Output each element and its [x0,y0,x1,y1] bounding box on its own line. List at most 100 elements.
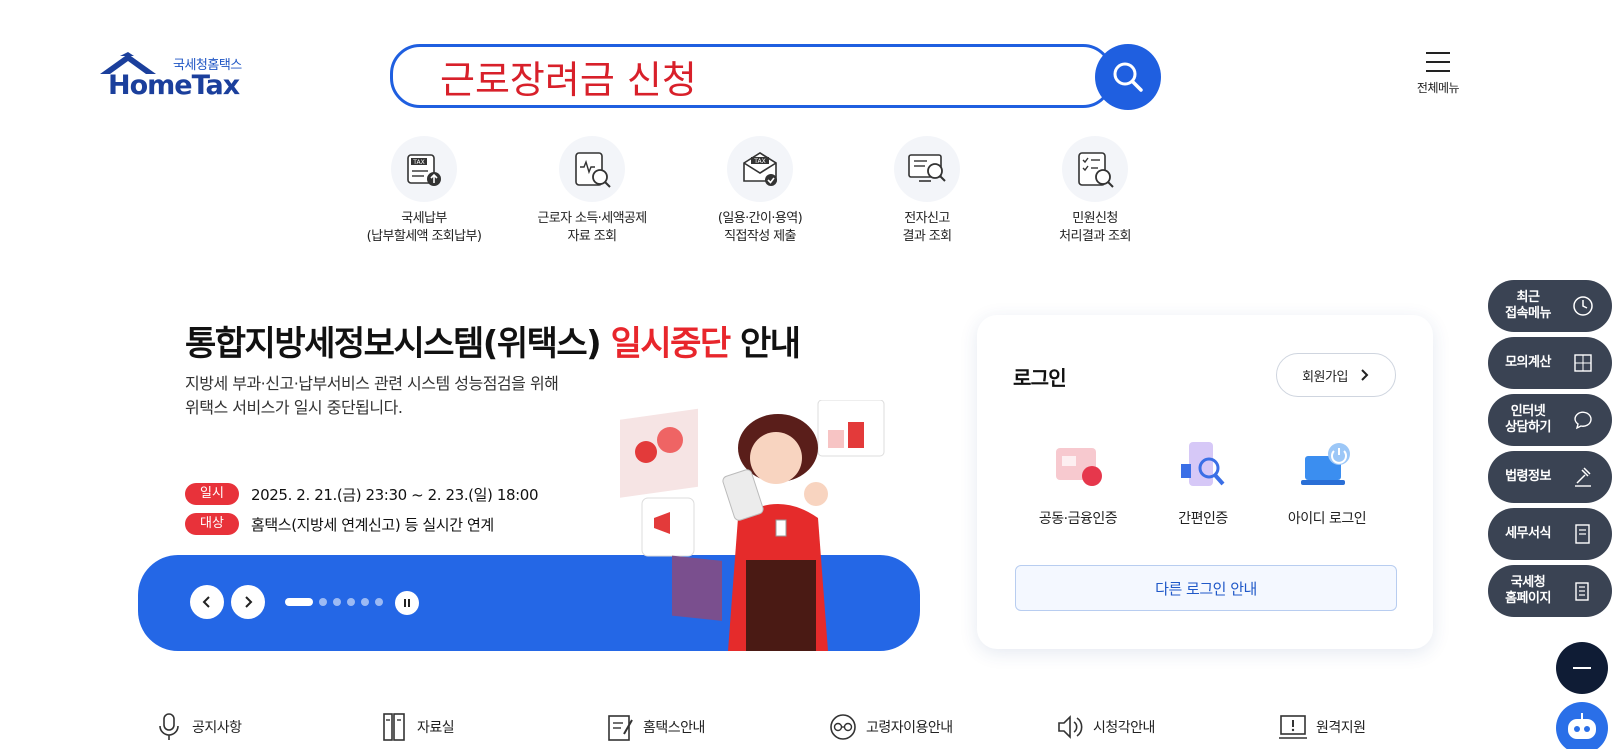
cert-login-option[interactable]: 공동·금융인증 [1013,438,1143,528]
quick-label-line1: 국세납부 [401,211,447,226]
cert-login-label: 공동·금융인증 [1038,511,1118,527]
quick-icon-circle: TAX [727,136,793,202]
quick-label-line2: 처리결과 조회 [1059,229,1131,244]
phone-auth-icon [1181,442,1225,486]
quick-icon-circle [894,136,960,202]
quick-label-line2: 자료 조회 [567,229,618,244]
side-nts-homepage[interactable]: 국세청 홈페이지 [1488,565,1612,617]
banner-title-tail: 안내 [729,324,801,364]
banner-title[interactable]: 통합지방세정보시스템(위택스) 일시중단 안내 [185,316,801,365]
clock-icon [1573,296,1593,316]
side-homepage-label: 국세청 홈페이지 [1488,575,1568,607]
building-icon [1575,582,1589,601]
bottom-link-label: 시청각안내 [1093,720,1155,736]
banner-pause-button[interactable] [395,591,419,615]
pagination-dot[interactable] [319,598,327,606]
chevron-left-icon [202,596,210,608]
quick-label-line2: 결과 조회 [902,229,953,244]
chatbot-button[interactable] [1556,702,1608,749]
search-input[interactable] [440,52,1040,100]
side-label: 모의계산 [1505,355,1551,370]
side-label-line2: 접속메뉴 [1505,306,1551,321]
id-login-option[interactable]: 아이디 로그인 [1262,438,1392,528]
bottom-link-label: 자료실 [417,720,455,736]
collapse-side-menu-button[interactable] [1556,642,1608,694]
side-mock-calculation[interactable]: 모의계산 [1488,337,1612,389]
banner-description: 지방세 부과·신고·납부서비스 관련 시스템 성능점검을 위해 위택스 서비스가… [185,372,559,420]
id-login-icon [1301,443,1350,485]
banner-illustration [620,400,885,651]
bottom-link-audiovisual-guide[interactable]: 시청각안내 [1053,710,1155,744]
banner-desc-line1: 지방세 부과·신고·납부서비스 관련 시스템 성능점검을 위해 [185,374,559,393]
banner-title-main: 통합지방세정보시스템(위택스) [185,324,611,364]
quick-menu-tax-payment[interactable]: TAX 국세납부 (납부할세액 조회납부) [339,136,509,246]
side-consult-label: 인터넷 상담하기 [1488,404,1568,436]
other-login-guide-button[interactable]: 다른 로그인 안내 [1015,565,1397,611]
pause-icon [404,599,410,607]
side-label-line1: 인터넷 [1510,404,1546,419]
chevron-right-icon [245,596,253,608]
side-internet-consult[interactable]: 인터넷 상담하기 [1488,394,1612,446]
document-search-icon [575,152,611,188]
banner-title-highlight: 일시중단 [610,324,732,364]
side-tax-forms[interactable]: 세무서식 [1488,508,1612,560]
period-badge: 일시 [185,483,239,505]
target-text: 홈택스(지방세 연계신고) 등 실시간 연계 [251,515,494,534]
banner-next-button[interactable] [231,585,265,619]
pagination-dot[interactable] [333,598,341,606]
gavel-icon [1575,467,1591,487]
logo-english-text: HomeTax [108,70,240,101]
certificate-icon [1056,448,1102,486]
side-recent-label: 최근 접속메뉴 [1488,290,1568,322]
microphone-icon [152,710,186,744]
quick-icon-circle [1062,136,1128,202]
side-recent-menu[interactable]: 최근 접속메뉴 [1488,280,1612,332]
bottom-link-label: 원격지원 [1316,720,1366,736]
login-title: 로그인 [1013,366,1067,390]
simple-auth-option[interactable]: 간편인증 [1138,438,1268,528]
quick-menu-deduction-inquiry[interactable]: 근로자 소득·세액공제 자료 조회 [507,136,677,246]
simple-auth-label: 간편인증 [1178,511,1228,527]
side-label-line1: 국세청 [1510,575,1546,590]
side-label-line2: 홈페이지 [1505,591,1551,606]
side-label-line2: 상담하기 [1505,420,1551,435]
pagination-dot[interactable] [361,598,369,606]
svg-text:TAX: TAX [753,158,765,165]
side-label: 법령정보 [1505,469,1551,484]
pagination-dot[interactable] [347,598,355,606]
bottom-link-hometax-guide[interactable]: 홈택스안내 [603,710,705,744]
quick-label-line1: (일용·간이·용역) [717,211,803,226]
banner-prev-button[interactable] [190,585,224,619]
bottom-link-archive[interactable]: 자료실 [377,710,455,744]
pagination-dot-active[interactable] [285,598,313,606]
banner-info-period: 일시 2025. 2. 21.(금) 23:30 ~ 2. 23.(일) 18:… [185,482,538,506]
bottom-link-remote-support[interactable]: 원격지원 [1276,710,1366,744]
all-menu-button[interactable]: 전체메뉴 [1403,52,1473,102]
tax-submit-icon: TAX [743,152,777,186]
quick-label-line1: 민원신청 [1072,211,1118,226]
chat-icon [1574,411,1592,430]
side-law-info[interactable]: 법령정보 [1488,451,1612,503]
hometax-logo[interactable]: 국세청홈택스 HomeTax [98,52,248,102]
join-label: 회원가입 [1302,369,1348,385]
quick-menu-direct-submit[interactable]: TAX (일용·간이·용역) 직접작성 제출 [675,136,845,246]
monitor-search-icon [908,154,946,182]
tax-payment-icon: TAX [407,154,441,186]
banner-info-target: 대상 홈택스(지방세 연계신고) 등 실시간 연계 [185,512,494,536]
side-label-line1: 최근 [1516,290,1540,305]
checklist-search-icon [1078,152,1114,188]
quick-label-line2: 직접작성 제출 [724,229,796,244]
search-button[interactable] [1095,44,1161,110]
chevron-right-icon [1361,369,1369,381]
pagination-dot[interactable] [375,598,383,606]
join-button[interactable]: 회원가입 [1276,353,1396,397]
calculator-icon [1574,354,1592,372]
bottom-link-elderly-guide[interactable]: 고령자이용안내 [826,710,953,744]
quick-menu-petition-result[interactable]: 민원신청 처리결과 조회 [1010,136,1180,246]
banner-pagination [285,598,389,606]
quick-label-line2: (납부할세액 조회납부) [366,229,482,244]
quick-menu-e-filing-result[interactable]: 전자신고 결과 조회 [842,136,1012,246]
bottom-link-notice[interactable]: 공지사항 [152,710,242,744]
bottom-link-label: 공지사항 [192,720,242,736]
guide-icon [603,710,637,744]
